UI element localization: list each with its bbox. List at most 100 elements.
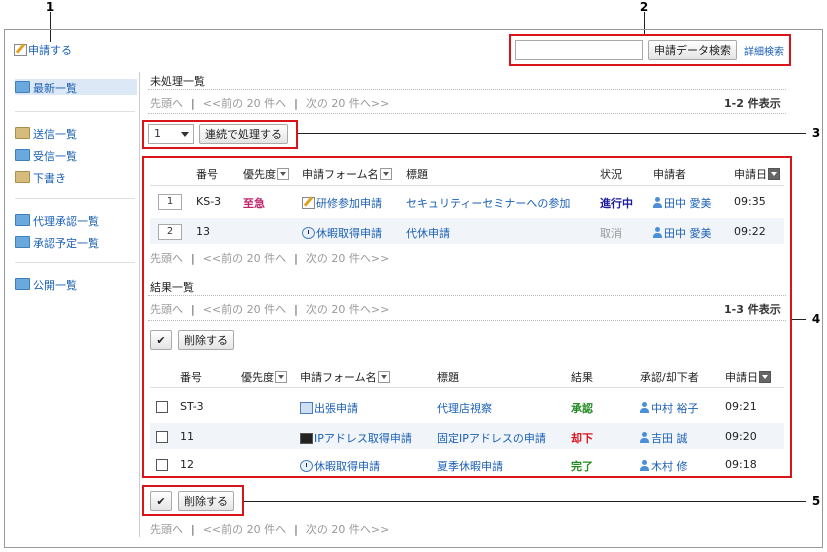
row-approver-link[interactable]: 木村 修 — [640, 458, 688, 474]
sidebar-item-received[interactable]: 受信一覧 — [15, 148, 77, 164]
row-result: 却下 — [571, 432, 593, 445]
col-priority[interactable]: 優先度 — [243, 166, 289, 182]
row-date: 09:35 — [734, 195, 766, 208]
user-icon — [653, 227, 662, 238]
pager-prev: <<前の 20 件へ — [202, 523, 287, 536]
row-date: 09:21 — [725, 400, 757, 413]
row-index-button[interactable]: 1 — [158, 194, 182, 210]
user-icon — [653, 197, 662, 208]
sidebar-item-label: 最新一覧 — [33, 82, 77, 95]
advanced-search-link[interactable]: 詳細検索 — [744, 43, 784, 58]
check-all-button[interactable]: ✔ — [150, 330, 172, 350]
row-subject-link[interactable]: 代休申請 — [406, 225, 450, 241]
computer-icon — [300, 433, 313, 444]
row-subject-link[interactable]: セキュリティーセミナーへの参加 — [406, 195, 570, 211]
sidebar-item-latest[interactable]: 最新一覧 — [15, 80, 77, 96]
col-form[interactable]: 申請フォーム名 — [302, 166, 392, 182]
row-index-button[interactable]: 2 — [158, 224, 182, 240]
sidebar-item-label: 公開一覧 — [33, 279, 77, 292]
col-subject: 標題 — [406, 168, 428, 181]
pager-sep: | — [191, 252, 195, 265]
sidebar-item-label: 送信一覧 — [33, 128, 77, 141]
sort-icon — [759, 371, 771, 383]
row-form-link[interactable]: 研修参加申請 — [302, 195, 382, 211]
row-subject-link[interactable]: 代理店視察 — [437, 400, 492, 416]
pager-next: 次の 20 件へ>> — [305, 97, 390, 110]
sort-icon — [277, 168, 289, 180]
sidebar-divider — [15, 262, 135, 263]
row-checkbox[interactable] — [156, 431, 168, 443]
sidebar-item-public[interactable]: 公開一覧 — [15, 277, 77, 293]
col-priority[interactable]: 優先度 — [241, 369, 287, 385]
col-date[interactable]: 申請日 — [734, 166, 780, 182]
row-number: KS-3 — [196, 195, 222, 208]
divider — [150, 185, 784, 186]
row-number: 12 — [180, 458, 194, 471]
check-all-button-bottom[interactable]: ✔ — [150, 491, 172, 511]
row-form-link[interactable]: 休暇取得申請 — [302, 225, 382, 241]
row-form-link[interactable]: IPアドレス取得申請 — [300, 430, 412, 446]
sidebar-item-proxy[interactable]: 代理承認一覧 — [15, 213, 99, 229]
row-form-label: IPアドレス取得申請 — [314, 432, 412, 445]
col-approver: 承認/却下者 — [640, 371, 699, 384]
pending-title: 未処理一覧 — [150, 75, 205, 88]
search-input[interactable] — [515, 40, 643, 60]
row-applicant-link[interactable]: 田中 愛美 — [653, 195, 712, 211]
row-approver-label: 木村 修 — [651, 460, 688, 473]
pager-sep: | — [191, 523, 195, 536]
pager-pending-bottom: 先頭へ | <<前の 20 件へ | 次の 20 件へ>> — [150, 250, 389, 266]
pager-first: 先頭へ — [150, 303, 183, 316]
table-row: 11 IPアドレス取得申請 固定IPアドレスの申請 却下 吉田 誠 09:20 — [150, 423, 784, 449]
pager-prev: <<前の 20 件へ — [202, 252, 287, 265]
row-form-label: 出張申請 — [314, 402, 358, 415]
row-checkbox[interactable] — [156, 459, 168, 471]
col-label: 申請フォーム名 — [302, 168, 379, 181]
pager-sep: | — [294, 97, 298, 110]
row-applicant-link[interactable]: 田中 愛美 — [653, 225, 712, 241]
sidebar-item-sent[interactable]: 送信一覧 — [15, 126, 77, 142]
pager-sep: | — [294, 303, 298, 316]
folder-icon — [15, 171, 30, 183]
sidebar-item-scheduled[interactable]: 承認予定一覧 — [15, 235, 99, 251]
row-form-link[interactable]: 休暇取得申請 — [300, 458, 380, 474]
results-title: 結果一覧 — [150, 281, 194, 294]
table-row: 2 13 休暇取得申請 代休申請 取消 田中 愛美 09:22 — [150, 218, 784, 244]
batch-process-button[interactable]: 連続で処理する — [199, 124, 288, 144]
divider — [150, 387, 784, 388]
sidebar-item-drafts[interactable]: 下書き — [15, 170, 66, 186]
folder-icon — [15, 127, 30, 139]
delete-button-top[interactable]: 削除する — [178, 330, 234, 350]
search-button[interactable]: 申請データ検索 — [648, 40, 737, 60]
folder-icon — [15, 149, 30, 161]
row-approver-link[interactable]: 吉田 誠 — [640, 430, 688, 446]
col-label: 申請日 — [734, 168, 767, 181]
pager-next: 次の 20 件へ>> — [305, 523, 390, 536]
col-label: 優先度 — [243, 168, 276, 181]
row-checkbox[interactable] — [156, 401, 168, 413]
row-subject-link[interactable]: 固定IPアドレスの申請 — [437, 430, 546, 446]
row-date: 09:20 — [725, 430, 757, 443]
col-date[interactable]: 申請日 — [725, 369, 771, 385]
user-icon — [640, 432, 649, 443]
col-number: 番号 — [180, 371, 202, 384]
sidebar-item-label: 受信一覧 — [33, 150, 77, 163]
row-number: 13 — [196, 225, 210, 238]
col-applicant: 申請者 — [653, 168, 686, 181]
divider — [148, 320, 786, 322]
delete-button-bottom[interactable]: 削除する — [178, 491, 234, 511]
row-subject-link[interactable]: 夏季休暇申請 — [437, 458, 503, 474]
results-count: 1-3 件表示 — [724, 303, 781, 316]
pager-first: 先頭へ — [150, 252, 183, 265]
folder-icon — [15, 81, 30, 93]
row-form-label: 休暇取得申請 — [316, 227, 382, 240]
col-form[interactable]: 申請フォーム名 — [300, 369, 390, 385]
batch-select[interactable]: 1 — [148, 124, 194, 144]
user-icon — [640, 402, 649, 413]
pager-prev: <<前の 20 件へ — [202, 97, 287, 110]
apply-link[interactable]: 申請する — [14, 42, 72, 58]
row-form-link[interactable]: 出張申請 — [300, 400, 358, 416]
row-number: ST-3 — [180, 400, 204, 413]
row-applicant-label: 田中 愛美 — [664, 227, 712, 240]
row-number: 11 — [180, 430, 194, 443]
row-approver-link[interactable]: 中村 裕子 — [640, 400, 699, 416]
